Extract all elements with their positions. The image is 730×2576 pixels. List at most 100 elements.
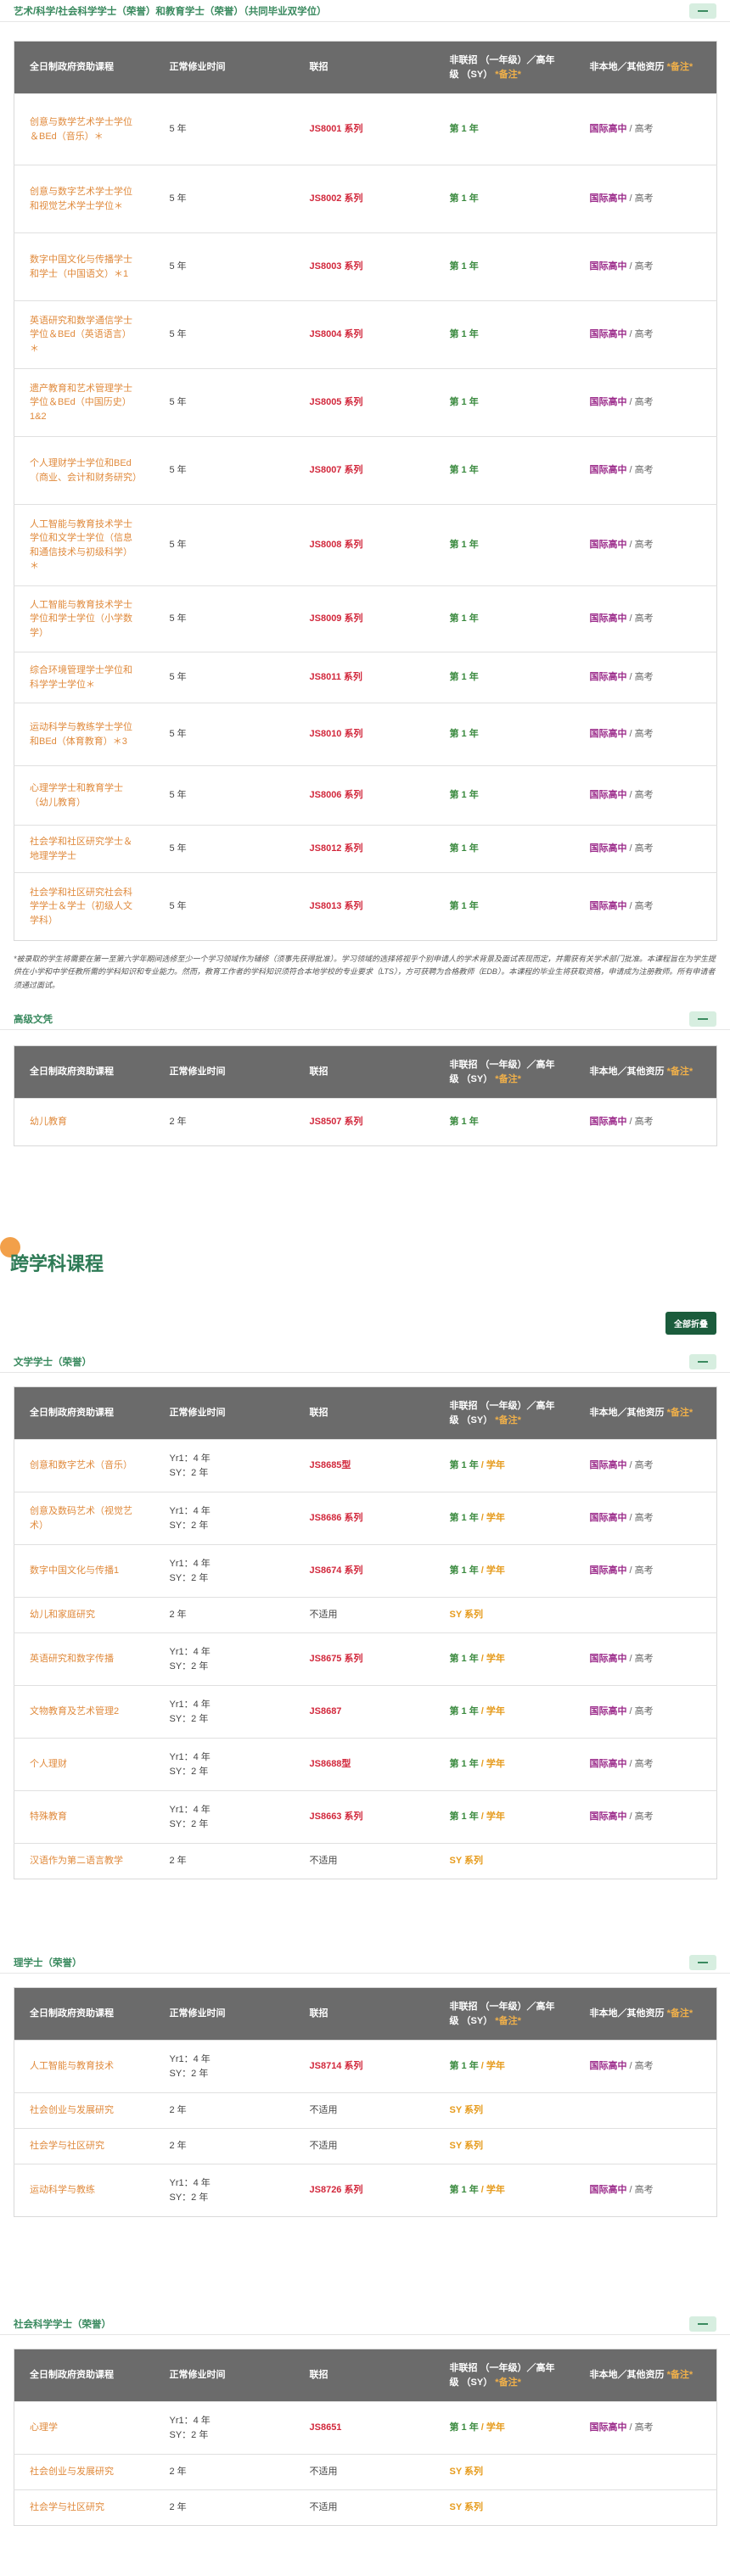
programme-link[interactable]: 个人理财学士学位和BEd（商业、会计和财务研究） [14,436,154,505]
jupas-code: 不适用 [294,2092,435,2129]
programme-link[interactable]: 人工智能与教育技术学士学位和学士学位（小学数学） [14,585,154,652]
other-qualification: 国际高中 / 高考 [574,765,717,826]
year-one-label: 第 1 年 [449,1706,479,1717]
remark-mark: *备注* [495,1414,521,1425]
programme-link[interactable]: 社会创业与发展研究 [14,2092,154,2129]
table-row: 综合环境管理学士学位和科学学士学位＊ 5 年 JS8011 系列第 1 年国际高中 … [14,652,717,703]
section-header[interactable]: 高级文凭 [0,1008,730,1030]
separator: / [626,1513,635,1524]
intl-hs-label: 国际高中 [589,1513,627,1524]
duration: Yr1：4 年 SY：2 年 [154,1544,295,1598]
gaokao-label: 高考 [634,1812,654,1823]
collapse-toggle[interactable] [689,1954,716,1970]
section-ba: 文学学士（荣誉） 全日制政府资助课程 正常修业时间 联招 非联招 （一年级）／高年级 … [0,1351,730,1879]
programme-link[interactable]: 幼儿教育 [14,1098,154,1146]
programme-link[interactable]: 英语研究和数学通信学士学位＆BEd（英语语言）＊ [14,300,154,369]
programme-link[interactable]: 创意与数学艺术学士学位＆BEd（音乐）＊ [14,93,154,165]
collapse-all-button[interactable]: 全部折叠 [665,1312,716,1335]
programme-link[interactable]: 社会创业与发展研究 [14,2454,154,2490]
non-jupas-entry: 第 1 年 [434,165,575,233]
senior-year-label: SY 系列 [449,2105,484,2116]
programme-link[interactable]: 汉语作为第二语言教学 [14,1843,154,1879]
programme-link[interactable]: 文物教育及艺术管理2 [14,1685,154,1739]
year-one-label: 第 1 年 [449,1654,479,1665]
intl-hs-label: 国际高中 [589,729,627,740]
jupas-code: 不适用 [294,2454,435,2490]
programme-link[interactable]: 遗产教育和艺术管理学士学位＆BEd（中国历史）1&2 [14,368,154,437]
separator: / [626,613,635,624]
non-jupas-entry: 第 1 年 / 学年 [434,1790,575,1844]
column-header: 正常修业时间 [154,1045,295,1099]
programme-link[interactable]: 数字中国文化与传播1 [14,1544,154,1598]
section-header[interactable]: 文学学士（荣誉） [0,1351,730,1373]
programme-link[interactable]: 个人理财 [14,1738,154,1791]
year-one-label: 第 1 年 [449,1460,479,1471]
programme-link[interactable]: 社会学与社区研究 [14,2489,154,2526]
duration-sy: SY：2 年 [169,1660,209,1672]
programme-link[interactable]: 数字中国文化与传播学士和学士（中国语文）＊1 [14,232,154,301]
duration: 5 年 [154,872,295,941]
gaokao-label: 高考 [634,2061,654,2072]
duration-sy: SY：2 年 [169,1572,209,1583]
programme-link[interactable]: 创意及数码艺术（视觉艺术） [14,1492,154,1545]
non-jupas-entry: 第 1 年 / 学年 [434,1439,575,1492]
programme-link[interactable]: 幼儿和家庭研究 [14,1597,154,1633]
non-jupas-entry: 第 1 年 [434,300,575,369]
programme-table: 全日制政府资助课程 正常修业时间 联招 非联招 （一年级）／高年级 （SY） *备注*… [14,2349,717,2526]
programme-link[interactable]: 社会学和社区研究社会科学学士＆学士（初级人文学科） [14,872,154,941]
column-header-label: 全日制政府资助课程 [30,1408,114,1419]
column-header-label: 正常修业时间 [169,2008,226,2019]
senior-year-label: 学年 [486,1460,505,1471]
year-one-label: 第 1 年 [449,2061,479,2072]
column-header: 非本地／其他资历 *备注* [574,2349,717,2402]
programme-link[interactable]: 英语研究和数字传播 [14,1632,154,1686]
gaokao-label: 高考 [634,729,654,740]
collapse-toggle[interactable] [689,1011,716,1027]
header-row: 全日制政府资助课程 正常修业时间 联招 非联招 （一年级）／高年级 （SY） *备注*… [14,1386,717,1440]
section-header[interactable]: 艺术/科学/社会科学学士（荣誉）和教育学士（荣誉）（共同毕业双学位） [0,0,730,22]
column-header-label: 联招 [309,1408,328,1419]
duration-yr1: Yr1：4 年 [169,1506,211,1516]
programme-link[interactable]: 社会学与社区研究 [14,2128,154,2164]
collapse-toggle[interactable] [689,2316,716,2332]
duration-sy: SY：2 年 [169,1766,209,1777]
collapse-toggle[interactable] [689,3,716,19]
table-row: 心理学 Yr1：4 年 SY：2 年 JS8651 第 1 年 / 学年 国际高中 / 高… [14,2401,717,2455]
duration: 2 年 [154,2454,295,2490]
section-header[interactable]: 社会科学学士（荣誉） [0,2313,730,2335]
separator: / [626,193,635,204]
gaokao-label: 高考 [634,397,654,408]
column-header: 非联招 （一年级）／高年级 （SY） *备注* [434,2349,575,2402]
duration: 2 年 [154,2128,295,2164]
page: 艺术/科学/社会科学学士（荣誉）和教育学士（荣誉）（共同毕业双学位） 全日制政府… [0,0,730,2576]
other-qualification: 国际高中 / 高考 [574,825,717,873]
intl-hs-label: 国际高中 [589,1565,627,1576]
programme-link[interactable]: 创意与数字艺术学士学位和视觉艺术学士学位＊ [14,165,154,233]
programme-link[interactable]: 综合环境管理学士学位和科学学士学位＊ [14,652,154,703]
intl-hs-label: 国际高中 [589,329,627,340]
senior-year-label: 学年 [486,1565,505,1576]
collapse-toggle[interactable] [689,1353,716,1369]
section-header[interactable]: 理学士（荣誉） [0,1952,730,1974]
column-header: 全日制政府资助课程 [14,2349,154,2402]
header-row: 全日制政府资助课程 正常修业时间 联招 非联招 （一年级）／高年级 （SY） *备注*… [14,2349,717,2402]
programme-link[interactable]: 特殊教育 [14,1790,154,1844]
table-row: 社会学与社区研究 2 年 不适用 SY 系列 [14,2128,717,2164]
table-row: 创意及数码艺术（视觉艺术） Yr1：4 年 SY：2 年 JS8686 系列第 1 年… [14,1492,717,1545]
other-qualification: 国际高中 / 高考 [574,652,717,703]
programme-link[interactable]: 人工智能与教育技术学士学位和文学士学位（信息和通信技术与初级科学）＊ [14,504,154,586]
jupas-code: JS8688型 [294,1738,435,1791]
programme-link[interactable]: 心理学学士和教育学士（幼儿教育） [14,765,154,826]
programme-link[interactable]: 运动科学与教练学士学位和BEd（体育教育）＊3 [14,703,154,766]
programme-link[interactable]: 心理学 [14,2401,154,2455]
minus-icon [698,1017,708,1020]
separator: / [626,540,635,551]
programme-link[interactable]: 人工智能与教育技术 [14,2040,154,2093]
intl-hs-label: 国际高中 [589,1812,627,1823]
programme-link[interactable]: 社会学和社区研究学士＆地理学学士 [14,825,154,873]
programme-link[interactable]: 运动科学与教练 [14,2164,154,2217]
column-header-label: 全日制政府资助课程 [30,62,114,73]
senior-year-label: 学年 [486,1706,505,1717]
column-header: 非本地／其他资历 *备注* [574,1386,717,1440]
programme-link[interactable]: 创意和数字艺术（音乐） [14,1439,154,1492]
